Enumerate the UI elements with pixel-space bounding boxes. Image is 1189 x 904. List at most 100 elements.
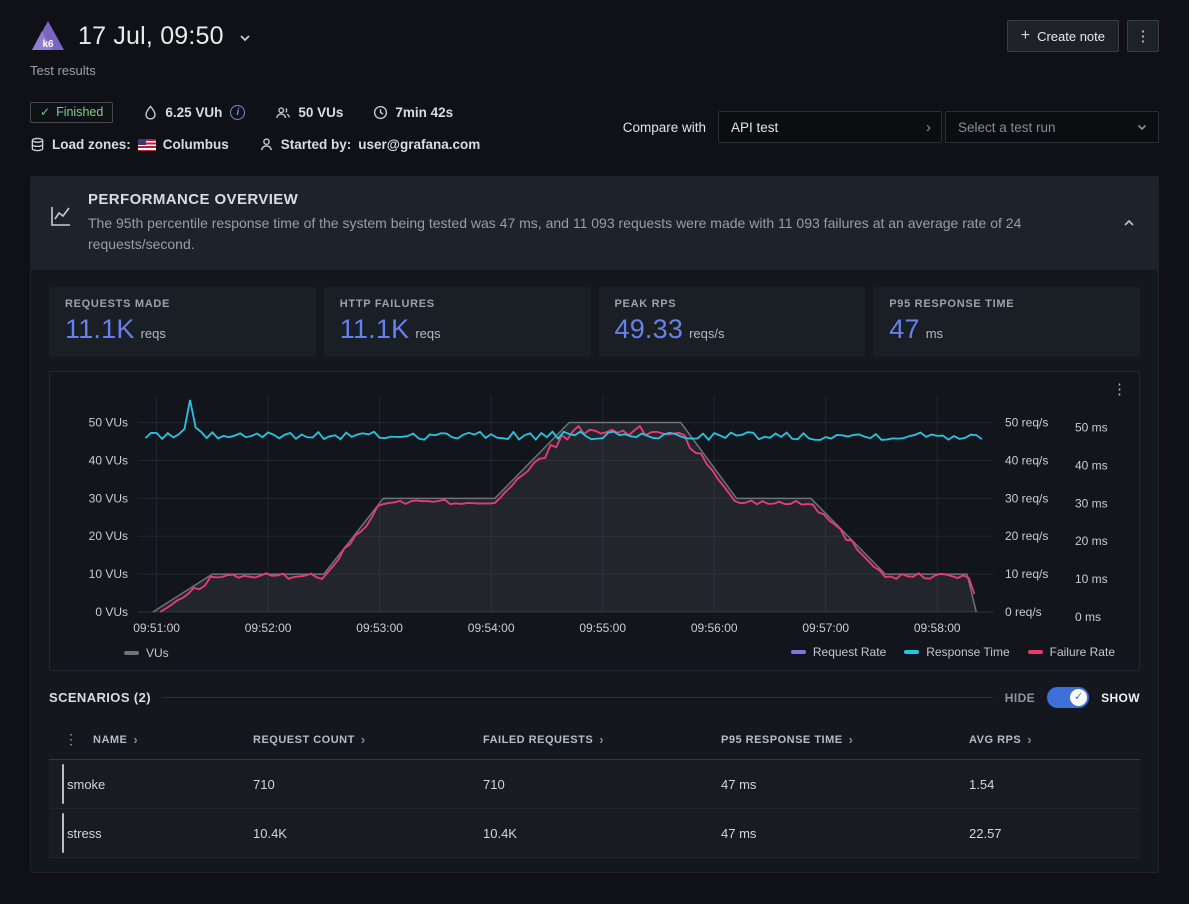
cell-name: stress [67,826,253,841]
droplet-icon [143,105,158,120]
svg-text:09:52:00: 09:52:00 [245,621,292,635]
compare-run-select[interactable]: Select a test run [945,111,1159,143]
table-kebab-icon[interactable]: ⋮ [64,731,78,748]
cell-failed-requests: 10.4K [483,826,721,841]
svg-text:09:58:00: 09:58:00 [914,621,961,635]
chevron-right-icon: › [926,120,931,135]
page-subtitle: Test results [30,63,252,78]
scenarios-table: ⋮ NAME› REQUEST COUNT› FAILED REQUESTS› … [49,720,1140,858]
column-header-avg-rps[interactable]: AVG RPS› [969,733,1140,746]
status-label: Finished [56,105,103,119]
stat-peak-rps: PEAK RPS 49.33reqs/s [599,287,866,357]
svg-text:10 req/s: 10 req/s [1005,567,1048,581]
svg-text:09:51:00: 09:51:00 [133,621,180,635]
table-header-row: ⋮ NAME› REQUEST COUNT› FAILED REQUESTS› … [49,720,1140,760]
plus-icon: + [1021,28,1030,44]
clock-icon [373,105,388,120]
overview-description: The 95th percentile response time of the… [88,213,1068,255]
svg-text:10 ms: 10 ms [1075,572,1108,586]
chevron-down-icon[interactable] [238,31,252,45]
stat-p95-response-time: P95 RESPONSE TIME 47ms [873,287,1140,357]
overview-title: PERFORMANCE OVERVIEW [88,191,1068,208]
cell-p95-response-time: 47 ms [721,826,969,841]
table-row-stress[interactable]: stress 10.4K 10.4K 47 ms 22.57 [49,809,1140,858]
legend-swatch [124,651,139,655]
svg-text:k6: k6 [42,39,54,50]
row-accent-bar [49,760,67,808]
database-icon [30,137,45,152]
legend-item-response-time[interactable]: Response Time [904,645,1009,659]
svg-text:0 VUs: 0 VUs [95,605,128,619]
page-header: k6 17 Jul, 09:50 Test results + Create n… [30,18,1159,78]
k6-test-results-page: k6 17 Jul, 09:50 Test results + Create n… [0,0,1189,893]
person-icon [259,137,274,152]
legend-swatch [904,650,919,654]
create-note-label: Create note [1037,29,1105,44]
divider [163,697,993,698]
svg-text:30 VUs: 30 VUs [89,491,128,505]
legend-item-failure-rate[interactable]: Failure Rate [1028,645,1115,659]
hide-label[interactable]: HIDE [1005,691,1035,705]
collapse-chevron-icon[interactable] [1118,212,1140,234]
status-badge: ✓ Finished [30,102,113,123]
svg-text:09:54:00: 09:54:00 [468,621,515,635]
legend-swatch [1028,650,1043,654]
vus-stat: 50 VUs [275,105,343,120]
compare-test-select[interactable]: API test › [718,111,942,143]
summary-stats: REQUESTS MADE 11.1Kreqs HTTP FAILURES 11… [49,287,1140,357]
legend-swatch [791,650,806,654]
toggle-knob: ✓ [1070,689,1087,706]
compare-controls: Compare with API test › Select a test ru… [623,111,1159,143]
vuh-stat: 6.25 VUh i [143,105,245,120]
table-row-smoke[interactable]: smoke 710 710 47 ms 1.54 [49,760,1140,809]
info-icon[interactable]: i [230,105,245,120]
scenarios-header: SCENARIOS (2) HIDE ✓ SHOW [49,687,1140,708]
timeseries-chart[interactable]: 0 VUs0 req/s0 ms10 VUs10 req/s10 ms20 VU… [60,380,1129,642]
overview-header: PERFORMANCE OVERVIEW The 95th percentile… [31,177,1158,271]
svg-text:09:57:00: 09:57:00 [802,621,849,635]
create-note-button[interactable]: + Create note [1007,20,1119,52]
header-kebab-menu-button[interactable]: ⋮ [1127,20,1159,52]
svg-text:0 req/s: 0 req/s [1005,605,1042,619]
compare-run-placeholder: Select a test run [958,120,1056,135]
svg-text:20 ms: 20 ms [1075,534,1108,548]
chevron-down-icon [1136,121,1148,133]
cell-avg-rps: 22.57 [969,826,1140,841]
svg-text:30 ms: 30 ms [1075,496,1108,510]
sort-chevron-icon: › [361,733,366,746]
cell-avg-rps: 1.54 [969,777,1140,792]
compare-with-label: Compare with [623,120,706,135]
svg-text:30 req/s: 30 req/s [1005,491,1048,505]
performance-overview-panel: PERFORMANCE OVERVIEW The 95th percentile… [30,176,1159,873]
chart-line-icon [49,204,73,228]
column-header-name[interactable]: NAME› [93,733,253,746]
legend-item-request-rate[interactable]: Request Rate [791,645,886,659]
legend-item-vus[interactable]: VUs [124,646,169,660]
sort-chevron-icon: › [133,733,138,746]
svg-text:50 VUs: 50 VUs [89,416,128,430]
started-by: Started by: user@grafana.com [259,137,480,152]
svg-text:20 req/s: 20 req/s [1005,529,1048,543]
cell-request-count: 10.4K [253,826,483,841]
show-hide-toggle[interactable]: ✓ [1047,687,1089,708]
cell-p95-response-time: 47 ms [721,777,969,792]
page-title: 17 Jul, 09:50 [78,22,224,51]
svg-text:09:55:00: 09:55:00 [579,621,626,635]
column-header-request-count[interactable]: REQUEST COUNT› [253,733,483,746]
check-icon: ✓ [40,105,50,119]
show-label[interactable]: SHOW [1101,691,1140,705]
column-header-failed-requests[interactable]: FAILED REQUESTS› [483,733,721,746]
svg-text:10 VUs: 10 VUs [89,567,128,581]
chart-kebab-icon[interactable]: ⋮ [1112,380,1127,398]
cell-request-count: 710 [253,777,483,792]
scenarios-title: SCENARIOS (2) [49,690,151,705]
stat-http-failures: HTTP FAILURES 11.1Kreqs [324,287,591,357]
svg-text:09:56:00: 09:56:00 [691,621,738,635]
svg-text:20 VUs: 20 VUs [89,529,128,543]
svg-text:09:53:00: 09:53:00 [356,621,403,635]
compare-test-value: API test [731,120,778,135]
chart-legend: VUs Request Rate Response Time [60,644,1129,662]
column-header-p95-response-time[interactable]: P95 RESPONSE TIME› [721,733,969,746]
svg-text:50 req/s: 50 req/s [1005,416,1048,430]
svg-text:40 VUs: 40 VUs [89,453,128,467]
